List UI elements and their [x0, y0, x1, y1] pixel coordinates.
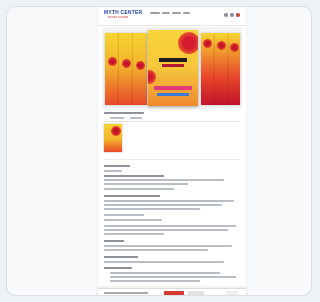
tab-details[interactable] [130, 117, 142, 119]
cover-ornament [108, 57, 117, 66]
book-cover-side[interactable] [105, 33, 119, 105]
cover-ornament [217, 41, 226, 50]
cookie-close-button[interactable] [226, 291, 238, 295]
text-line [104, 233, 164, 235]
list-item [110, 276, 236, 278]
screenshot-frame: MYTH CENTER BOOKS & MORE [6, 6, 312, 296]
text-line [104, 245, 232, 247]
text-line [104, 229, 228, 231]
logo-subtext: BOOKS & MORE [108, 16, 129, 19]
list-item [110, 280, 200, 282]
cover-ornament [203, 39, 212, 48]
product-tabs [104, 117, 240, 122]
cover-strip [157, 93, 189, 96]
text-line [104, 188, 174, 190]
cookie-text [104, 292, 148, 294]
nav-link[interactable] [172, 12, 181, 14]
text-line [104, 214, 144, 216]
cover-subtitle-block [162, 64, 184, 67]
cover-ornament [122, 59, 131, 68]
subheading [104, 240, 124, 242]
heading [104, 165, 130, 167]
text-line [104, 200, 234, 202]
nav-link[interactable] [150, 12, 160, 14]
search-icon[interactable] [224, 13, 228, 17]
book-cover-side[interactable] [133, 33, 147, 105]
section-title [104, 112, 144, 114]
subheading [104, 195, 160, 197]
text-line [104, 261, 224, 263]
cookie-settings-button[interactable] [188, 291, 204, 295]
text-line [104, 225, 236, 227]
cookie-accept-button[interactable] [164, 291, 184, 295]
divider [104, 159, 240, 160]
text-line [104, 175, 164, 177]
cover-title-block [159, 58, 187, 62]
web-page: MYTH CENTER BOOKS & MORE [98, 7, 246, 295]
product-section [104, 111, 240, 156]
site-logo[interactable]: MYTH CENTER BOOKS & MORE [104, 10, 144, 21]
book-cover-side[interactable] [229, 33, 240, 105]
list-item [110, 272, 220, 274]
cover-banner [154, 86, 192, 90]
cover-ornament [178, 32, 198, 54]
site-header: MYTH CENTER BOOKS & MORE [98, 7, 246, 26]
text-line [104, 219, 162, 221]
text-line [104, 183, 188, 185]
subheading [104, 256, 138, 258]
text-line [104, 208, 200, 210]
text-line [104, 170, 122, 172]
cookie-text [104, 295, 134, 296]
product-thumbnail[interactable] [104, 124, 122, 152]
text-line [104, 204, 222, 206]
cover-ornament [230, 43, 239, 52]
book-cover-side[interactable] [215, 33, 229, 105]
text-line [104, 179, 224, 181]
book-cover-main[interactable] [148, 30, 198, 106]
subheading [104, 267, 132, 269]
cover-ornament [148, 70, 156, 84]
nav-link[interactable] [183, 12, 190, 14]
book-cover-side[interactable] [201, 33, 215, 105]
book-cover-carousel[interactable] [102, 27, 242, 109]
cookie-banner [98, 288, 246, 296]
text-line [104, 249, 208, 251]
cover-ornament [111, 126, 121, 136]
cart-icon[interactable] [236, 13, 240, 17]
tab-description[interactable] [110, 117, 124, 119]
cover-ornament [136, 61, 145, 70]
product-description [104, 159, 240, 284]
nav-link[interactable] [162, 12, 170, 14]
user-icon[interactable] [230, 13, 234, 17]
book-cover-side[interactable] [119, 33, 133, 105]
